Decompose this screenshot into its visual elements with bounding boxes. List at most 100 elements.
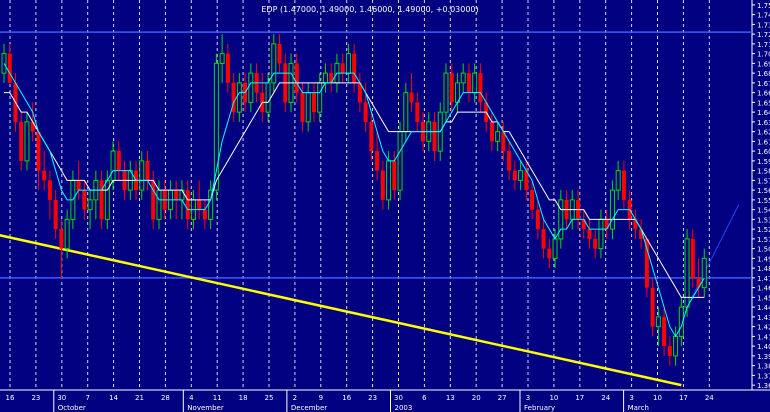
candle-body-up <box>598 218 604 250</box>
y-tick-label: 1.37 <box>757 372 770 380</box>
x-tick-label: 25 <box>265 394 274 402</box>
candle-body-down <box>547 248 552 259</box>
y-tick-label: 1.71 <box>757 41 770 49</box>
x-month-label: October <box>58 404 86 412</box>
candle-body-down <box>415 102 420 122</box>
x-tick-label: 23 <box>31 394 40 402</box>
candle-body-down <box>59 229 64 249</box>
y-tick-label: 1.59 <box>757 158 770 166</box>
y-tick-label: 1.54 <box>757 207 770 215</box>
x-month-label: March <box>628 404 649 412</box>
y-tick-label: 1.57 <box>757 177 770 185</box>
x-tick-label: 20 <box>472 394 481 402</box>
candle-body-up <box>64 218 70 250</box>
candle-body-up <box>495 131 501 142</box>
y-tick-label: 1.63 <box>757 119 770 127</box>
chart-background <box>0 0 770 412</box>
candle-body-up <box>558 199 564 240</box>
candle-body-down <box>489 121 494 142</box>
candle-body-up <box>317 82 323 113</box>
candle-body-down <box>76 180 81 191</box>
candle-body-down <box>667 346 672 356</box>
candle-body-down <box>449 73 454 103</box>
y-tick-label: 1.48 <box>757 265 770 273</box>
x-tick-label: 4 <box>189 394 194 402</box>
x-tick-label: 3 <box>526 394 530 402</box>
candle-body-down <box>478 73 483 103</box>
y-tick-label: 1.73 <box>757 21 770 29</box>
y-tick-label: 1.74 <box>757 12 770 20</box>
candle-body-down <box>375 151 380 171</box>
candle-body-up <box>139 160 145 191</box>
candle-body-up <box>552 238 558 259</box>
x-tick-label: 28 <box>161 394 170 402</box>
candle-body-down <box>36 131 41 171</box>
x-tick-label: 11 <box>213 394 222 402</box>
y-tick-label: 1.67 <box>757 80 770 88</box>
y-tick-label: 1.65 <box>757 99 770 107</box>
y-tick-label: 1.47 <box>757 275 770 283</box>
y-tick-label: 1.45 <box>757 294 770 302</box>
x-tick-label: 7 <box>85 394 89 402</box>
candle-body-down <box>512 170 517 181</box>
candle-body-down <box>380 170 385 200</box>
y-tick-label: 1.40 <box>757 343 770 351</box>
candle-body-down <box>277 43 282 64</box>
y-tick-label: 1.52 <box>757 226 770 234</box>
candle-body-down <box>300 92 305 122</box>
x-tick-label: 10 <box>549 394 558 402</box>
candle-body-down <box>47 180 52 200</box>
candle-body-up <box>271 43 277 84</box>
x-month-label: November <box>187 404 224 412</box>
y-tick-label: 1.50 <box>757 246 770 254</box>
x-tick-label: 24 <box>601 394 610 402</box>
y-tick-label: 1.69 <box>757 60 770 68</box>
candle-body-down <box>507 151 512 171</box>
candle-body-down <box>225 53 230 83</box>
candle-body-up <box>236 82 242 113</box>
candle-body-down <box>53 199 58 230</box>
y-tick-label: 1.56 <box>757 187 770 195</box>
candle-body-up <box>24 121 30 162</box>
x-tick-label: 14 <box>109 394 118 402</box>
candle-body-down <box>99 180 104 220</box>
candle-body-down <box>294 63 299 93</box>
candle-body-up <box>345 53 351 74</box>
candle-body-down <box>432 121 437 152</box>
candle-body-down <box>352 53 357 83</box>
candle-body-up <box>219 53 225 64</box>
chart-title: EDP (1.47000, 1.49000, 1.46000, 1.49000,… <box>261 5 478 14</box>
y-tick-label: 1.61 <box>757 138 770 146</box>
candle-body-up <box>443 72 449 113</box>
x-tick-label: 16 <box>342 394 351 402</box>
y-tick-label: 1.75 <box>757 2 770 10</box>
y-tick-label: 1.42 <box>757 324 770 332</box>
candle-body-down <box>690 238 695 278</box>
y-tick-label: 1.58 <box>757 168 770 176</box>
x-tick-label: 30 <box>57 394 66 402</box>
candle-body-down <box>82 190 87 210</box>
y-tick-label: 1.46 <box>757 285 770 293</box>
y-tick-label: 1.53 <box>757 216 770 224</box>
x-tick-label: 2 <box>293 394 297 402</box>
y-tick-label: 1.41 <box>757 333 770 341</box>
candle-body-down <box>662 316 667 347</box>
y-tick-label: 1.72 <box>757 31 770 39</box>
candle-body-up <box>1 53 7 74</box>
candle-body-up <box>104 179 110 220</box>
candle-body-up <box>322 72 328 84</box>
candle-body-up <box>673 335 679 357</box>
y-tick-label: 1.64 <box>757 109 770 117</box>
x-tick-label: 6 <box>422 394 427 402</box>
candle-body-down <box>593 238 598 249</box>
x-tick-label: 16 <box>6 394 15 402</box>
candle-body-up <box>655 316 661 328</box>
candle-body-down <box>174 190 179 200</box>
x-tick-label: 13 <box>446 394 455 402</box>
candle-body-up <box>518 170 524 181</box>
x-month-label: December <box>291 404 327 412</box>
x-tick-label: 18 <box>239 394 248 402</box>
y-tick-label: 1.51 <box>757 236 770 244</box>
candle-body-up <box>609 189 615 230</box>
candle-body-down <box>42 170 47 181</box>
